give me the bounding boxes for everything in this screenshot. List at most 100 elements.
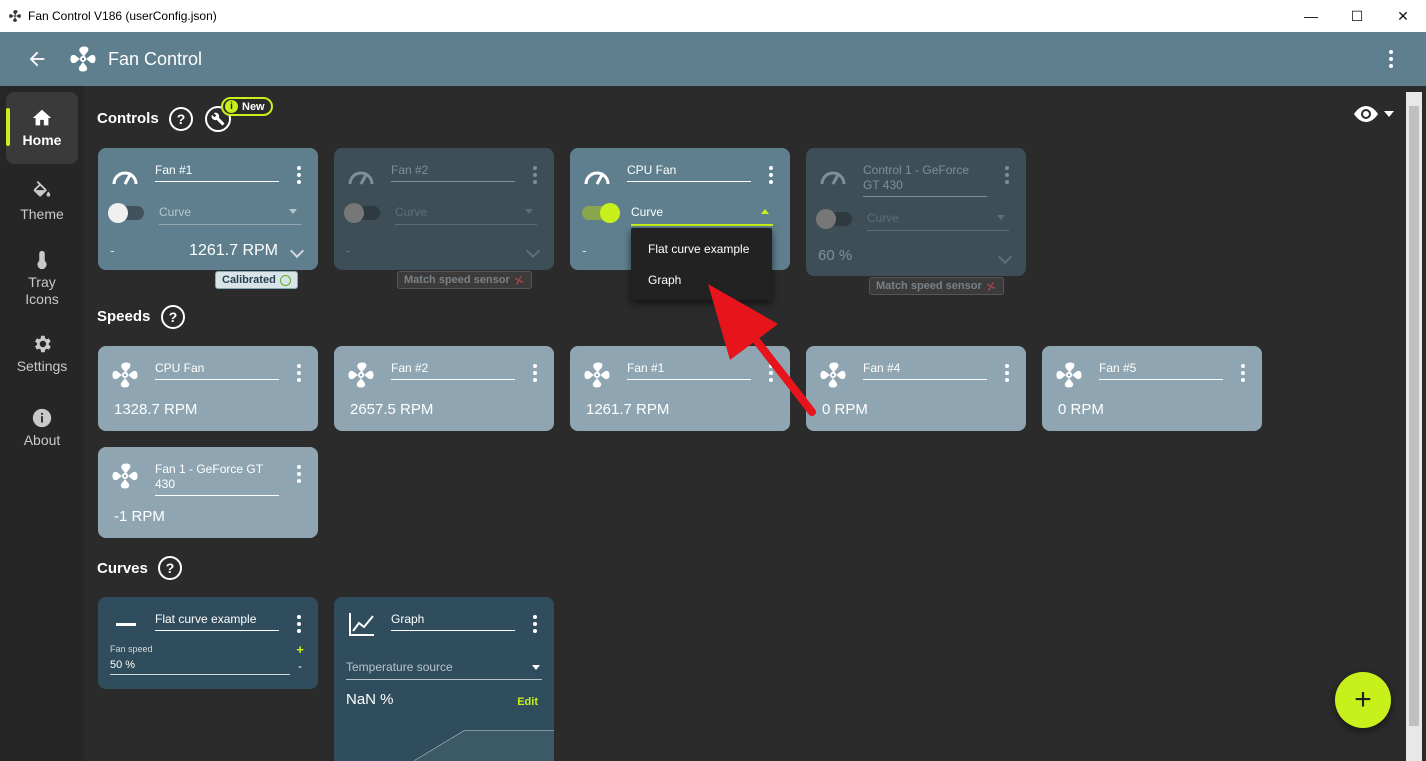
- add-button[interactable]: +: [1335, 672, 1391, 728]
- controls-help-button[interactable]: ?: [169, 107, 193, 131]
- speeds-help-button[interactable]: ?: [161, 305, 185, 329]
- caret-down-icon: [532, 665, 540, 670]
- sidebar-item-tray-icons[interactable]: Tray Icons: [6, 240, 78, 316]
- speed-name-input[interactable]: Fan 1 - GeForce GT 430: [155, 462, 279, 496]
- control-speed-value: 1261.7 RPM: [189, 242, 278, 259]
- control-card-fan-1[interactable]: Fan #1 Curve - 1261.7 RPM: [98, 148, 318, 270]
- more-vertical-icon[interactable]: [1004, 364, 1010, 382]
- fan-icon: [584, 362, 610, 388]
- curves-help-button[interactable]: ?: [158, 556, 182, 580]
- control-card-fan-2[interactable]: Fan #2 Curve -: [334, 148, 554, 270]
- control-mode-select[interactable]: Curve: [867, 211, 1009, 231]
- chevron-down-icon[interactable]: [525, 243, 541, 259]
- increment-button[interactable]: +: [296, 642, 304, 657]
- more-vertical-icon[interactable]: [532, 166, 538, 184]
- eye-icon: [1354, 106, 1378, 122]
- section-title-curves: Curves: [97, 560, 148, 577]
- speedometer-icon: [820, 171, 846, 185]
- fan-icon: [514, 275, 523, 285]
- maximize-button[interactable]: ☐: [1334, 0, 1380, 32]
- control-name-input[interactable]: Control 1 - GeForce GT 430: [863, 163, 987, 197]
- dropdown-item-flat-curve[interactable]: Flat curve example: [648, 242, 749, 256]
- more-vertical-icon[interactable]: [296, 465, 302, 483]
- app-menu-button[interactable]: [1380, 48, 1402, 70]
- curve-card-flat[interactable]: Flat curve example Fan speed 50 % + -: [98, 597, 318, 689]
- fan-logo-icon: [70, 46, 96, 72]
- control-step-value: -: [582, 243, 587, 258]
- control-name-input[interactable]: Fan #1: [155, 163, 279, 182]
- arrow-left-icon: [29, 51, 45, 67]
- more-vertical-icon[interactable]: [296, 364, 302, 382]
- minimize-button[interactable]: —: [1288, 0, 1334, 32]
- calibrated-badge: Calibrated: [215, 271, 298, 289]
- dropdown-item-graph[interactable]: Graph: [648, 273, 681, 287]
- sidebar-item-about[interactable]: About: [6, 392, 78, 464]
- speed-name-input[interactable]: Fan #4: [863, 361, 987, 380]
- control-name-input[interactable]: Fan #2: [391, 163, 515, 182]
- control-mode-select[interactable]: Curve: [395, 205, 537, 225]
- control-card-geforce[interactable]: Control 1 - GeForce GT 430 Curve 60 %: [806, 148, 1026, 276]
- speedometer-icon: [112, 171, 138, 185]
- chevron-down-icon[interactable]: [289, 243, 305, 259]
- more-vertical-icon[interactable]: [1240, 364, 1246, 382]
- control-enable-toggle[interactable]: [344, 203, 380, 223]
- sidebar-item-theme[interactable]: Theme: [6, 166, 78, 238]
- sidebar-item-settings[interactable]: Settings: [6, 318, 78, 390]
- speed-name-input[interactable]: CPU Fan: [155, 361, 279, 380]
- curve-name-input[interactable]: Flat curve example: [155, 612, 279, 631]
- app-title: Fan Control: [108, 48, 203, 69]
- edit-button[interactable]: Edit: [517, 696, 538, 708]
- section-title-speeds: Speeds: [97, 308, 151, 325]
- more-vertical-icon[interactable]: [1004, 166, 1010, 184]
- check-circle-icon: [279, 274, 291, 286]
- fan-speed-input[interactable]: 50 %: [110, 659, 290, 675]
- annotation-arrow-icon: [708, 284, 816, 416]
- gear-icon: [35, 335, 51, 353]
- more-vertical-icon[interactable]: [532, 364, 538, 382]
- speed-name-input[interactable]: Fan #2: [391, 361, 515, 380]
- sidebar-item-home[interactable]: Home: [6, 92, 78, 164]
- fan-app-icon: [9, 10, 21, 22]
- flat-line-icon: [116, 623, 136, 626]
- sidebar-item-label: Theme: [20, 206, 64, 222]
- chevron-down-icon[interactable]: [997, 249, 1013, 265]
- match-speed-sensor-badge: Match speed sensor: [397, 271, 532, 289]
- temperature-source-select[interactable]: Temperature source: [346, 660, 542, 680]
- info-dot-icon: i: [225, 100, 238, 113]
- control-name-input[interactable]: CPU Fan: [627, 163, 751, 182]
- speed-card-fan-2[interactable]: Fan #2 2657.5 RPM: [334, 346, 554, 431]
- back-button[interactable]: [20, 42, 54, 76]
- speed-card-fan-5[interactable]: Fan #5 0 RPM: [1042, 346, 1262, 431]
- control-enable-toggle[interactable]: [108, 203, 144, 223]
- more-vertical-icon[interactable]: [296, 615, 302, 633]
- control-enable-toggle[interactable]: [582, 203, 620, 223]
- control-step-value: 60 %: [818, 247, 853, 264]
- fan-icon: [1056, 362, 1082, 388]
- fan-icon: [112, 362, 138, 388]
- speed-card-fan-4[interactable]: Fan #4 0 RPM: [806, 346, 1026, 431]
- control-mode-select[interactable]: Curve: [159, 205, 301, 225]
- sidebar-item-label: Settings: [16, 358, 68, 374]
- more-vertical-icon[interactable]: [768, 166, 774, 184]
- close-button[interactable]: ✕: [1380, 0, 1426, 32]
- more-vertical-icon[interactable]: [532, 615, 538, 633]
- more-vertical-icon[interactable]: [296, 166, 302, 184]
- match-speed-sensor-badge: Match speed sensor: [869, 277, 1004, 295]
- scrollbar[interactable]: [1406, 92, 1422, 761]
- speedometer-icon: [348, 171, 374, 185]
- caret-down-icon: [289, 209, 297, 214]
- decrement-button[interactable]: -: [298, 659, 302, 673]
- speed-value: 0 RPM: [822, 401, 868, 418]
- control-enable-toggle[interactable]: [816, 209, 852, 229]
- caret-down-icon: [525, 209, 533, 214]
- speed-card-geforce[interactable]: Fan 1 - GeForce GT 430 -1 RPM: [98, 447, 318, 538]
- scrollbar-thumb[interactable]: [1409, 106, 1419, 726]
- fan-icon: [112, 463, 138, 489]
- speed-card-cpu-fan[interactable]: CPU Fan 1328.7 RPM: [98, 346, 318, 431]
- speed-name-input[interactable]: Fan #5: [1099, 361, 1223, 380]
- curve-card-graph[interactable]: Graph Temperature source NaN % Edit: [334, 597, 554, 761]
- control-mode-select[interactable]: Curve: [631, 205, 773, 226]
- sidebar-item-label: About: [23, 432, 61, 448]
- visibility-toggle[interactable]: [1354, 104, 1400, 124]
- curve-name-input[interactable]: Graph: [391, 612, 515, 631]
